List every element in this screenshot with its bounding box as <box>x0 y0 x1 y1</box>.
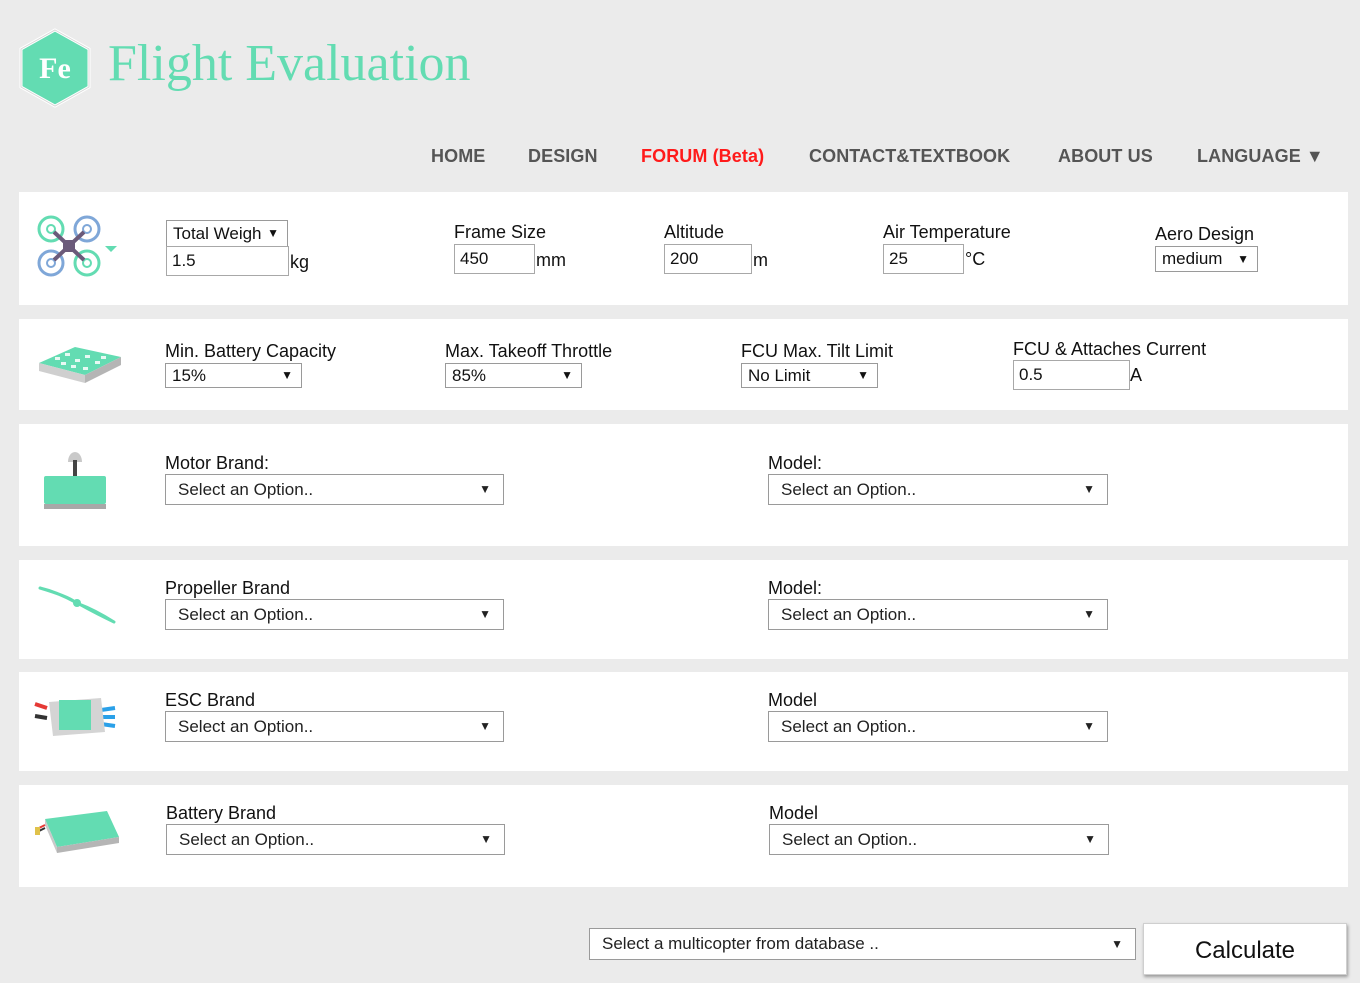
nav-contact-textbook[interactable]: CONTACT&TEXTBOOK <box>809 146 1010 167</box>
quadcopter-icon[interactable] <box>37 214 121 285</box>
frame-size-label: Frame Size <box>454 222 547 242</box>
propeller-panel: Propeller Brand Select an Option.. ▼ Mod… <box>19 560 1348 659</box>
esc-brand-value: Select an Option.. <box>178 717 314 736</box>
battery-brand-select[interactable]: Select an Option.. ▼ <box>166 824 505 855</box>
fcu-current-unit: A <box>1130 365 1143 385</box>
hexagon-logo-icon[interactable]: Fe <box>18 28 92 108</box>
air-temperature-label: Air Temperature <box>883 222 1011 242</box>
battery-model-value: Select an Option.. <box>782 830 918 849</box>
chevron-down-icon: ▼ <box>1111 937 1123 951</box>
motor-brand-select[interactable]: Select an Option.. ▼ <box>165 474 504 505</box>
esc-brand-label: ESC Brand <box>165 690 256 710</box>
logo-text: Fe <box>39 52 71 85</box>
fcu-current-input[interactable] <box>1013 360 1130 390</box>
multicopter-database-select[interactable]: Select a multicopter from database .. ▼ <box>589 928 1136 960</box>
fcu-tilt-limit-label: FCU Max. Tilt Limit <box>741 341 894 361</box>
nav-design[interactable]: DESIGN <box>528 146 598 167</box>
nav-about-us[interactable]: ABOUT US <box>1058 146 1153 167</box>
esc-panel: ESC Brand Select an Option.. ▼ Model Sel… <box>19 672 1348 771</box>
motor-model-value: Select an Option.. <box>781 480 917 499</box>
aero-design-label: Aero Design <box>1155 224 1255 244</box>
altitude-unit: m <box>753 250 768 270</box>
nav-forum[interactable]: FORUM (Beta) <box>641 146 764 167</box>
nav-home[interactable]: HOME <box>431 146 485 167</box>
air-temperature-unit: °C <box>965 249 986 269</box>
fcu-tilt-limit-select[interactable]: No Limit ▼ <box>741 363 878 388</box>
air-temperature-input[interactable] <box>883 244 964 274</box>
site-title[interactable]: Flight Evaluation <box>108 32 471 96</box>
chevron-down-icon: ▼ <box>479 482 491 496</box>
chevron-down-icon: ▼ <box>561 368 573 382</box>
max-takeoff-throttle-select[interactable]: 85% ▼ <box>445 363 582 388</box>
weight-mode-value: Total Weigh <box>173 224 262 243</box>
chevron-down-icon: ▼ <box>480 832 492 846</box>
aero-design-value: medium <box>1162 249 1223 268</box>
propeller-model-value: Select an Option.. <box>781 605 917 624</box>
motor-model-label: Model: <box>768 453 823 473</box>
propeller-model-label: Model: <box>768 578 823 598</box>
min-battery-capacity-select[interactable]: 15% ▼ <box>165 363 302 388</box>
chevron-down-icon: ▼ <box>1084 832 1096 846</box>
motor-brand-label: Motor Brand: <box>165 453 270 473</box>
calculate-button[interactable]: Calculate <box>1143 923 1347 975</box>
battery-model-select[interactable]: Select an Option.. ▼ <box>769 824 1109 855</box>
propeller-brand-value: Select an Option.. <box>178 605 314 624</box>
altitude-input[interactable] <box>664 244 752 274</box>
weight-mode-select[interactable]: Total Weigh ▼ <box>166 220 288 247</box>
chevron-down-icon: ▼ <box>1083 607 1095 621</box>
esc-model-label: Model <box>768 690 818 710</box>
propeller-icon <box>37 582 117 631</box>
battery-brand-value: Select an Option.. <box>179 830 315 849</box>
weight-unit: kg <box>290 252 310 272</box>
min-battery-capacity-label: Min. Battery Capacity <box>165 341 337 361</box>
esc-brand-select[interactable]: Select an Option.. ▼ <box>165 711 504 742</box>
general-panel: Total Weigh ▼ kg Frame Size mm Altitude … <box>19 192 1348 305</box>
motor-brand-value: Select an Option.. <box>178 480 314 499</box>
chevron-down-icon: ▼ <box>267 226 279 240</box>
propeller-brand-select[interactable]: Select an Option.. ▼ <box>165 599 504 630</box>
chevron-down-icon: ▼ <box>281 368 293 382</box>
propeller-model-select[interactable]: Select an Option.. ▼ <box>768 599 1108 630</box>
battery-model-label: Model <box>769 803 819 823</box>
chevron-down-icon: ▼ <box>479 719 491 733</box>
esc-model-select[interactable]: Select an Option.. ▼ <box>768 711 1108 742</box>
aero-design-select[interactable]: medium ▼ <box>1155 246 1258 272</box>
motor-icon <box>41 448 109 517</box>
chevron-down-icon: ▼ <box>479 607 491 621</box>
min-battery-capacity-value: 15% <box>172 366 207 385</box>
battery-board-icon <box>35 341 123 392</box>
chevron-down-icon: ▼ <box>857 368 869 382</box>
weight-input[interactable] <box>166 246 289 276</box>
battery-panel: Battery Brand Select an Option.. ▼ Model… <box>19 785 1348 887</box>
propeller-brand-label: Propeller Brand <box>165 578 291 598</box>
frame-size-unit: mm <box>536 250 566 270</box>
nav-language[interactable]: LANGUAGE ▼ <box>1197 146 1324 167</box>
motor-model-select[interactable]: Select an Option.. ▼ <box>768 474 1108 505</box>
chevron-down-icon: ▼ <box>1083 719 1095 733</box>
max-takeoff-throttle-value: 85% <box>452 366 487 385</box>
fcu-tilt-limit-value: No Limit <box>748 366 811 385</box>
max-takeoff-throttle-label: Max. Takeoff Throttle <box>445 341 613 361</box>
motor-panel: Motor Brand: Select an Option.. ▼ Model:… <box>19 424 1348 546</box>
battery-brand-label: Battery Brand <box>166 803 277 823</box>
altitude-label: Altitude <box>664 222 725 242</box>
lipo-battery-icon <box>33 807 125 862</box>
chevron-down-icon: ▼ <box>1237 252 1249 266</box>
frame-size-input[interactable] <box>454 244 535 274</box>
multicopter-database-value: Select a multicopter from database .. <box>602 934 879 953</box>
esc-model-value: Select an Option.. <box>781 717 917 736</box>
battery-settings-panel: Min. Battery Capacity 15% ▼ Max. Takeoff… <box>19 319 1348 410</box>
fcu-current-label: FCU & Attaches Current <box>1013 339 1207 359</box>
esc-icon <box>29 694 121 745</box>
chevron-down-icon: ▼ <box>1083 482 1095 496</box>
